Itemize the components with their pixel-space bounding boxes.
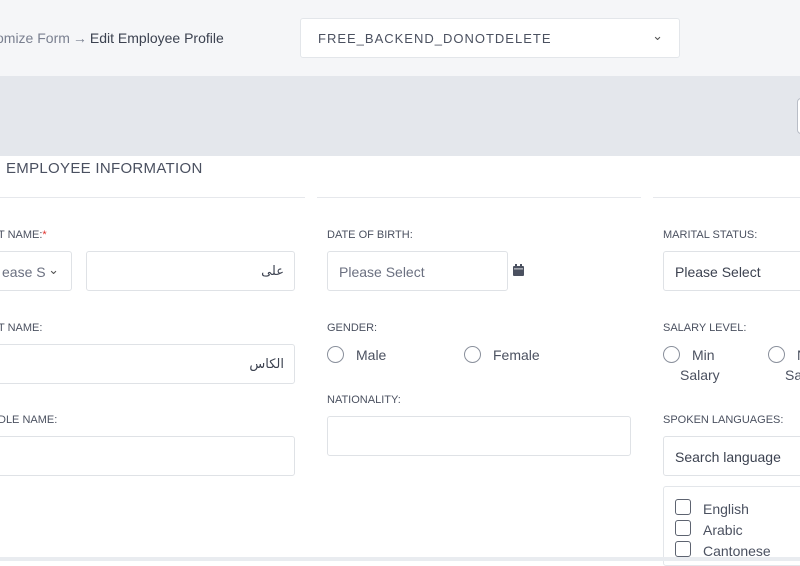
- language-label-english: English: [703, 501, 749, 517]
- language-checkbox-cantonese[interactable]: [675, 541, 691, 557]
- language-search-placeholder: Search language: [675, 449, 781, 465]
- salary-min-label-line1: Min: [692, 347, 715, 363]
- marital-status-placeholder: Please Select: [675, 264, 761, 280]
- salary-level-label: SALARY LEVEL:: [663, 322, 747, 334]
- dob-label: DATE OF BIRTH:: [327, 229, 413, 241]
- last-name-input[interactable]: الكاس: [0, 344, 295, 384]
- breadcrumb: omize Form → Edit Employee Profile: [0, 30, 224, 46]
- language-checkbox-arabic[interactable]: [675, 520, 691, 536]
- first-name-input[interactable]: على: [86, 251, 295, 291]
- dob-placeholder: Please Select: [339, 264, 425, 280]
- salary-min-label-line2: Salary: [680, 367, 720, 383]
- divider: [0, 197, 305, 198]
- first-name-label: T NAME:*: [0, 229, 47, 241]
- environment-select-value: FREE_BACKEND_DONOTDELETE: [318, 31, 552, 46]
- chevron-down-icon: ⌄: [48, 262, 59, 277]
- nationality-input[interactable]: [327, 416, 631, 456]
- salary-max-radio[interactable]: [768, 346, 785, 363]
- marital-status-select[interactable]: Please Select: [663, 251, 800, 291]
- name-prefix-select[interactable]: ease S ⌄: [0, 251, 72, 291]
- bottom-edge: [0, 557, 800, 561]
- first-name-value: على: [261, 263, 284, 278]
- last-name-value: الكاس: [249, 356, 284, 371]
- dob-input[interactable]: Please Select: [327, 251, 508, 291]
- salary-min-radio[interactable]: [663, 346, 680, 363]
- name-prefix-placeholder: ease S: [2, 264, 46, 280]
- gender-female-label: Female: [493, 347, 540, 363]
- gender-female-radio[interactable]: [464, 346, 481, 363]
- gender-male-radio[interactable]: [327, 346, 344, 363]
- salary-max-label-line2: Sa: [785, 367, 800, 383]
- top-bar: omize Form → Edit Employee Profile FREE_BA…: [0, 0, 800, 76]
- toolbar-band: [0, 76, 800, 156]
- required-mark: *: [42, 229, 47, 241]
- divider: [653, 197, 800, 198]
- spoken-languages-label: SPOKEN LANGUAGES:: [663, 414, 784, 426]
- marital-status-label: MARITAL STATUS:: [663, 229, 758, 241]
- divider: [317, 197, 641, 198]
- breadcrumb-current: Edit Employee Profile: [89, 30, 224, 46]
- chevron-down-icon: ⌄: [652, 28, 663, 43]
- breadcrumb-arrow-icon: →: [72, 30, 87, 46]
- language-label-arabic: Arabic: [703, 522, 743, 538]
- middle-name-label: DLE NAME:: [0, 414, 58, 426]
- middle-name-input[interactable]: [0, 436, 295, 476]
- calendar-icon[interactable]: [513, 264, 524, 276]
- nationality-label: NATIONALITY:: [327, 394, 401, 406]
- section-title: EMPLOYEE INFORMATION: [6, 160, 203, 177]
- gender-label: GENDER:: [327, 322, 378, 334]
- language-checkbox-english[interactable]: [675, 499, 691, 515]
- breadcrumb-parent-link[interactable]: omize Form: [0, 30, 70, 46]
- last-name-label: T NAME:: [0, 322, 43, 334]
- environment-select[interactable]: FREE_BACKEND_DONOTDELETE ⌄: [300, 18, 680, 58]
- gender-male-label: Male: [356, 347, 387, 363]
- language-search-input[interactable]: Search language: [663, 436, 800, 476]
